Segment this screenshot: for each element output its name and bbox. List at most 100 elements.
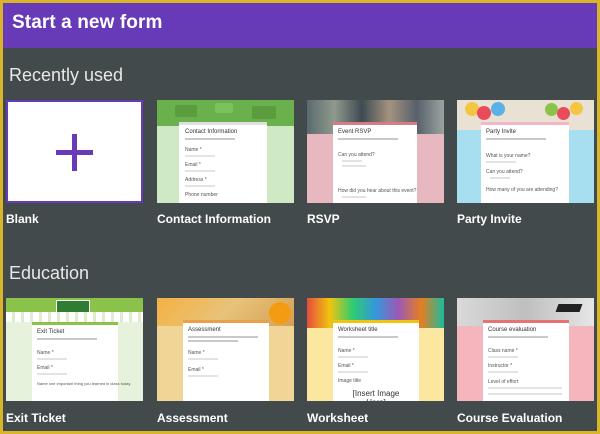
form-preview-paper: Assessment Name * Email *	[183, 320, 269, 401]
plus-icon-bar	[56, 150, 93, 155]
course-evaluation-thumbnail[interactable]: Course evaluation Class name * Instructo…	[457, 298, 594, 401]
preview-field: How many of you are attending?	[486, 187, 558, 193]
form-preview-paper: Exit Ticket Name * Email * Name one impo…	[32, 322, 131, 401]
preview-field: Address *	[185, 177, 207, 183]
preview-line	[490, 177, 510, 179]
speech-bubble-icon	[175, 105, 197, 117]
section-title-education: Education	[9, 263, 90, 283]
preview-field: Instructor *	[488, 363, 513, 369]
preview-line	[342, 165, 366, 167]
template-card-contact-information[interactable]: Contact Information Name * Email * Addre…	[157, 100, 294, 228]
preview-field: Email *	[185, 162, 201, 168]
template-card-rsvp[interactable]: Event RSVP Can you attend? How did you h…	[307, 100, 444, 228]
preview-field: Class name *	[488, 348, 518, 354]
party-thumbnail[interactable]: Party Invite What is your name? Can you …	[457, 100, 594, 203]
form-preview-paper: Course evaluation Class name * Instructo…	[483, 320, 569, 401]
preview-line	[488, 356, 518, 358]
preview-title: Worksheet title	[338, 327, 378, 333]
preview-line	[488, 371, 518, 373]
balloon-icon	[477, 106, 491, 120]
template-card-exit-ticket[interactable]: Exit Ticket Name * Email * Name one impo…	[6, 298, 143, 426]
balloon-icon	[570, 102, 583, 115]
preview-line	[185, 138, 235, 140]
preview-title: Party Invite	[486, 129, 517, 135]
template-card-party-invite[interactable]: Party Invite What is your name? Can you …	[457, 100, 594, 228]
assessment-thumbnail[interactable]: Assessment Name * Email *	[157, 298, 294, 401]
preview-line	[488, 393, 562, 395]
image-placeholder-text: [Insert Image Here]	[352, 389, 400, 401]
preview-line	[488, 336, 548, 338]
preview-field: Image title	[338, 378, 362, 384]
preview-line	[185, 155, 215, 157]
rsvp-thumbnail[interactable]: Event RSVP Can you attend? How did you h…	[307, 100, 444, 203]
preview-field: Name one important thing you learned in …	[37, 381, 132, 386]
preview-field: How did you hear about this event?	[338, 188, 417, 194]
preview-field: Phone number	[185, 192, 218, 198]
preview-title: Contact Information	[185, 129, 238, 135]
balloon-icon	[557, 107, 570, 120]
preview-line	[486, 161, 516, 163]
speech-bubble-icon	[252, 106, 276, 119]
preview-field: Can you attend?	[338, 152, 375, 158]
speech-bubble-icon	[215, 103, 233, 113]
template-label-contact-information: Contact Information	[157, 212, 271, 226]
preview-line	[488, 387, 562, 389]
preview-line	[342, 160, 362, 162]
preview-line	[185, 185, 215, 187]
preview-title: Event RSVP	[338, 129, 372, 135]
preview-line	[342, 196, 366, 198]
preview-line	[338, 138, 398, 140]
preview-line	[338, 356, 368, 358]
preview-field: Can you attend?	[486, 169, 523, 175]
form-preview-paper: Contact Information Name * Email * Addre…	[179, 122, 267, 203]
section-title-recently-used: Recently used	[9, 65, 124, 85]
form-preview-paper: Worksheet title Name * Email * Image tit…	[333, 320, 419, 401]
template-label-rsvp: RSVP	[307, 212, 340, 226]
header-bar: Start a new form	[3, 3, 597, 48]
preview-field: What is your name?	[486, 153, 531, 159]
template-label-worksheet: Worksheet	[307, 411, 369, 425]
contact-thumbnail[interactable]: Contact Information Name * Email * Addre…	[157, 100, 294, 203]
form-preview-paper: Party Invite What is your name? Can you …	[481, 122, 569, 203]
exit-ticket-thumbnail[interactable]: Exit Ticket Name * Email * Name one impo…	[6, 298, 143, 401]
preview-field: Name *	[338, 348, 355, 354]
preview-line	[338, 371, 368, 373]
graduation-cap-icon	[555, 304, 583, 312]
preview-field: Email *	[37, 365, 53, 371]
preview-line	[37, 338, 97, 340]
worksheet-thumbnail[interactable]: Worksheet title Name * Email * Image tit…	[307, 298, 444, 401]
page-title: Start a new form	[12, 12, 163, 33]
template-label-blank: Blank	[6, 212, 39, 226]
preview-line	[338, 336, 398, 338]
preview-title: Course evaluation	[488, 327, 537, 333]
preview-field: Name *	[188, 350, 205, 356]
template-label-exit-ticket: Exit Ticket	[6, 411, 66, 425]
preview-field: Level of effort	[488, 379, 519, 385]
template-card-worksheet[interactable]: Worksheet title Name * Email * Image tit…	[307, 298, 444, 426]
preview-line	[188, 358, 218, 360]
preview-line	[37, 358, 67, 360]
fence-decoration	[6, 312, 143, 322]
preview-line	[486, 138, 546, 140]
coffee-cup-icon	[269, 302, 291, 324]
template-card-blank[interactable]: Blank	[6, 100, 143, 228]
blank-thumbnail[interactable]	[6, 100, 143, 203]
template-label-course-evaluation: Course Evaluation	[457, 411, 563, 425]
preview-field: Name *	[37, 350, 54, 356]
preview-line	[185, 170, 215, 172]
preview-field: Name *	[185, 147, 202, 153]
preview-field: Email *	[338, 363, 354, 369]
template-label-assessment: Assessment	[157, 411, 228, 425]
preview-line	[188, 375, 218, 377]
template-card-assessment[interactable]: Assessment Name * Email * Assessment	[157, 298, 294, 426]
preview-line	[188, 340, 238, 342]
template-card-course-evaluation[interactable]: Course evaluation Class name * Instructo…	[457, 298, 594, 426]
balloon-icon	[491, 102, 505, 116]
template-gallery: Start a new form Recently used Blank Con…	[3, 3, 597, 431]
preview-field: Email *	[188, 367, 204, 373]
preview-line	[188, 336, 258, 338]
template-label-party-invite: Party Invite	[457, 212, 522, 226]
preview-title: Exit Ticket	[37, 329, 65, 335]
preview-title: Assessment	[188, 327, 221, 333]
form-preview-paper: Event RSVP Can you attend? How did you h…	[333, 122, 417, 203]
